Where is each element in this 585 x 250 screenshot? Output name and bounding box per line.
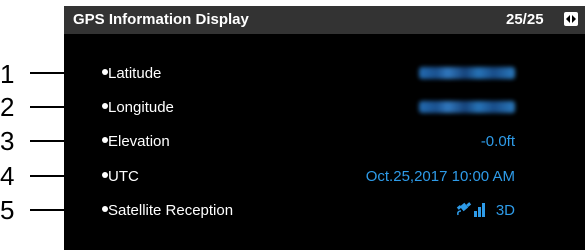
- screen-title: GPS Information Display: [73, 11, 249, 28]
- utc-value: Oct.25,2017 10:00 AM: [365, 168, 515, 185]
- longitude-value-blurred: [419, 101, 515, 113]
- camera-screen: GPS Information Display 25/25 Latitude L…: [64, 6, 585, 250]
- callout-number: 2: [0, 92, 15, 122]
- elevation-label: Elevation: [108, 133, 170, 150]
- latitude-label: Latitude: [108, 65, 162, 82]
- utc-label: UTC: [108, 168, 139, 185]
- callout-number: 1: [0, 59, 15, 89]
- title-bar: GPS Information Display 25/25: [64, 6, 585, 34]
- callout-number: 5: [0, 195, 15, 225]
- satellite-reception-value: 3D: [495, 202, 515, 219]
- page-indicator: 25/25: [506, 11, 544, 28]
- satellite-reception-label: Satellite Reception: [108, 202, 234, 219]
- satellite-signal-icon: [454, 197, 488, 226]
- elevation-value: -0.0ft: [480, 133, 515, 150]
- callout-number: 4: [0, 161, 15, 191]
- latitude-value-blurred: [419, 67, 515, 79]
- left-right-arrows-icon[interactable]: [564, 12, 578, 26]
- callout-number: 3: [0, 126, 15, 156]
- longitude-label: Longitude: [108, 99, 174, 116]
